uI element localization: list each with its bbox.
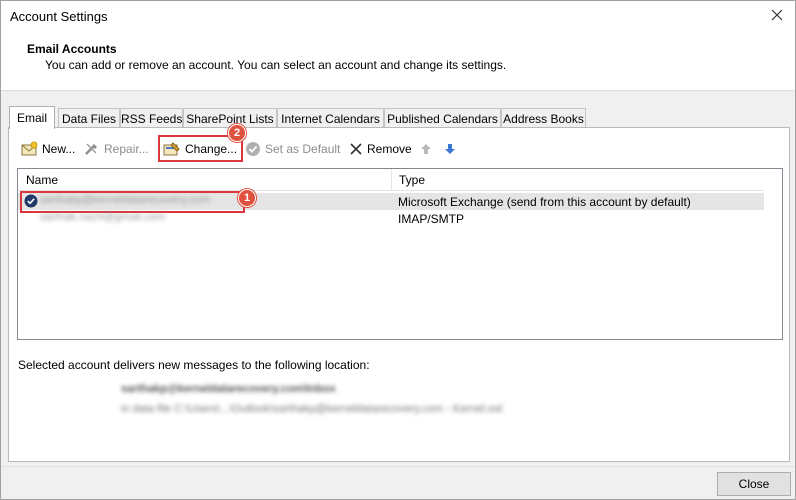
tools-icon bbox=[85, 143, 97, 155]
arrow-up-icon bbox=[421, 144, 431, 154]
new-button[interactable]: New... bbox=[21, 138, 75, 160]
header-section: Email Accounts You can add or remove an … bbox=[1, 31, 795, 91]
move-up-button[interactable] bbox=[420, 138, 436, 160]
step-1-badge: 1 bbox=[238, 189, 256, 207]
window-title: Account Settings bbox=[10, 9, 108, 24]
tab-email[interactable]: Email bbox=[9, 106, 55, 129]
check-circle-icon bbox=[246, 142, 260, 156]
delivery-data-file: in data file C:\Users\...\Outlook\sartha… bbox=[121, 403, 503, 415]
account-type: Microsoft Exchange (send from this accou… bbox=[398, 195, 691, 209]
account-type: IMAP/SMTP bbox=[398, 212, 465, 226]
close-window-icon[interactable] bbox=[767, 5, 787, 25]
tab-internet-calendars[interactable]: Internet Calendars bbox=[277, 108, 384, 128]
remove-button[interactable]: Remove bbox=[349, 138, 412, 160]
list-header: Name Type bbox=[18, 169, 764, 191]
close-button[interactable]: Close bbox=[717, 472, 791, 496]
column-header-name[interactable]: Name bbox=[18, 169, 391, 191]
envelope-new-icon bbox=[21, 141, 38, 156]
account-toolbar: New... Repair... Change... 2 Set as Defa… bbox=[17, 124, 517, 162]
tab-sharepoint-lists[interactable]: SharePoint Lists bbox=[183, 108, 277, 128]
title-bar: Account Settings bbox=[1, 1, 795, 31]
repair-button-label: Repair... bbox=[104, 142, 149, 156]
tab-published-calendars[interactable]: Published Calendars bbox=[384, 108, 501, 128]
repair-button[interactable]: Repair... bbox=[83, 138, 149, 160]
delivery-location: sarthakp@kerneldatarecovery.com\Inbox bbox=[121, 383, 336, 395]
arrow-down-icon bbox=[445, 144, 455, 154]
column-header-type[interactable]: Type bbox=[391, 169, 764, 191]
tab-address-books[interactable]: Address Books bbox=[501, 108, 586, 128]
set-as-default-button[interactable]: Set as Default bbox=[245, 138, 340, 160]
account-settings-window: Account Settings Email Accounts You can … bbox=[0, 0, 796, 500]
footer-divider bbox=[1, 466, 795, 467]
tab-data-files[interactable]: Data Files bbox=[58, 108, 120, 128]
remove-button-label: Remove bbox=[367, 142, 412, 156]
account-name: sarthak.na24@gmail.com bbox=[40, 211, 165, 223]
email-tab-panel: New... Repair... Change... 2 Set as Defa… bbox=[8, 124, 790, 462]
delivery-label: Selected account delivers new messages t… bbox=[18, 358, 370, 372]
account-row[interactable]: sarthak.na24@gmail.com IMAP/SMTP bbox=[18, 210, 764, 227]
step-2-badge: 2 bbox=[228, 124, 246, 142]
section-description: You can add or remove an account. You ca… bbox=[45, 58, 507, 72]
accounts-list: Name Type sarthakp@kerneldatarecovery.co… bbox=[17, 168, 783, 340]
move-down-button[interactable] bbox=[444, 138, 460, 160]
new-button-label: New... bbox=[42, 142, 76, 156]
tab-rss-feeds[interactable]: RSS Feeds bbox=[120, 108, 183, 128]
section-title: Email Accounts bbox=[27, 42, 117, 56]
x-icon bbox=[350, 143, 362, 155]
set-as-default-label: Set as Default bbox=[265, 142, 341, 156]
account-row[interactable]: sarthakp@kerneldatarecovery.com Microsof… bbox=[18, 189, 764, 213]
